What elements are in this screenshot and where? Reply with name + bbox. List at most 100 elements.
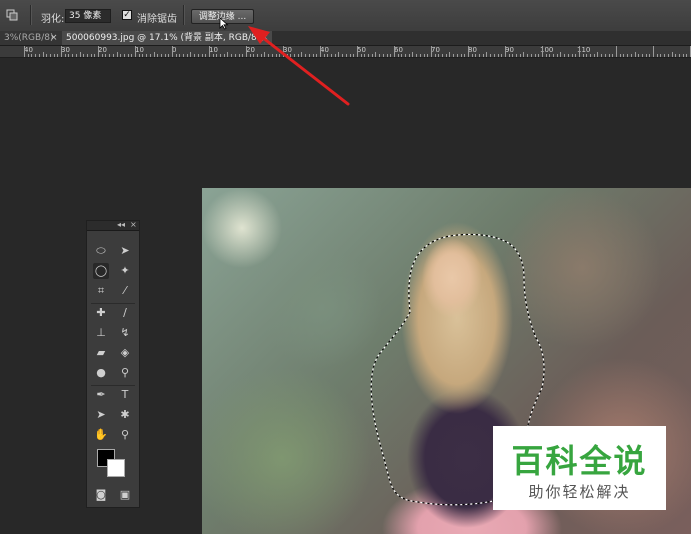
move-tool-icon[interactable]: ➤ — [117, 243, 133, 259]
ruler-tick — [28, 54, 29, 57]
ruler-tick — [398, 54, 399, 57]
ruler-tick — [683, 54, 684, 57]
ruler-tick — [154, 52, 155, 57]
ruler-tick — [442, 54, 443, 57]
ruler-tick — [586, 54, 587, 57]
ruler-number: 20 — [98, 46, 107, 54]
ruler-tick — [375, 52, 376, 57]
tab-document-1[interactable]: 3%(RGB/8) × — [0, 31, 62, 45]
blur-tool-icon[interactable]: ● — [93, 365, 109, 381]
ruler-tick — [194, 54, 195, 57]
ruler-tick — [87, 54, 88, 57]
ruler-tick — [120, 54, 121, 57]
type-tool-icon[interactable]: T — [117, 387, 133, 403]
ruler-tick — [76, 54, 77, 57]
ruler-tick — [368, 54, 369, 57]
ruler-tick — [183, 54, 184, 57]
ruler-number: 80 — [468, 46, 477, 54]
ruler-tick — [672, 52, 673, 57]
ruler-tick — [657, 54, 658, 57]
collapse-icon[interactable]: ◂◂ — [117, 220, 125, 229]
eraser-tool-icon[interactable]: ▰ — [93, 345, 109, 361]
close-icon[interactable]: × — [50, 31, 58, 45]
ruler-tick — [209, 46, 210, 57]
ruler-tick — [516, 54, 517, 57]
ruler-tick — [50, 54, 51, 57]
ruler-tick — [590, 54, 591, 57]
shape-tool-icon[interactable]: ✱ — [117, 407, 133, 423]
zoom-tool-icon[interactable]: ⚲ — [117, 427, 133, 443]
ruler-tick — [564, 54, 565, 57]
screen-mode-icon[interactable]: ▣ — [117, 487, 133, 503]
paint-bucket-icon[interactable]: ◈ — [117, 345, 133, 361]
ruler-number: 10 — [135, 46, 144, 54]
ruler-tick — [220, 54, 221, 57]
ruler-tick — [379, 54, 380, 57]
ruler-tick — [535, 54, 536, 57]
feather-input[interactable]: 35 像素 — [65, 9, 111, 23]
selection-mode-icon[interactable] — [6, 9, 18, 21]
tab-label: 3%(RGB/8) — [4, 33, 54, 43]
hand-tool-icon[interactable]: ✋ — [93, 427, 109, 443]
ruler-tick — [394, 46, 395, 57]
ruler-tick — [161, 54, 162, 57]
ruler-tick — [135, 46, 136, 57]
ruler-number: 30 — [61, 46, 70, 54]
dodge-tool-icon[interactable]: ⚲ — [117, 365, 133, 381]
ruler-tick — [57, 54, 58, 57]
marquee-tool-icon[interactable]: ⬭ — [93, 243, 109, 259]
ruler-tick — [109, 54, 110, 57]
ruler-tick — [664, 54, 665, 57]
ruler-tick — [24, 46, 25, 57]
watermark-subtitle: 助你轻松解决 — [528, 483, 631, 501]
ruler-tick — [616, 46, 617, 57]
ruler-tick — [472, 54, 473, 57]
ruler-tick — [512, 54, 513, 57]
brush-tool-icon[interactable]: ∕ — [117, 305, 133, 321]
ruler-tick — [213, 54, 214, 57]
pen-tool-icon[interactable]: ✒ — [93, 387, 109, 403]
eyedropper-icon[interactable]: ⁄ — [117, 283, 133, 299]
ruler-tick — [594, 54, 595, 57]
ruler-tick — [46, 54, 47, 57]
anti-alias-checkbox[interactable]: ✓ — [122, 10, 132, 20]
ruler-tick — [609, 54, 610, 57]
clone-stamp-icon[interactable]: ⊥ — [93, 325, 109, 341]
ruler-tick — [612, 54, 613, 57]
ruler-tick — [190, 52, 191, 57]
ruler-tick — [172, 46, 173, 57]
ruler-tick — [205, 54, 206, 57]
healing-brush-icon[interactable]: ✚ — [93, 305, 109, 321]
toolbar-divider — [183, 5, 185, 25]
ruler-tick — [449, 52, 450, 57]
crop-tool-icon[interactable]: ⌗ — [93, 283, 109, 299]
ruler-tick — [179, 54, 180, 57]
close-icon[interactable]: × — [130, 220, 137, 229]
tools-panel-header[interactable]: ◂◂ × — [87, 220, 139, 231]
ruler-tick — [542, 46, 543, 57]
ruler-tick — [227, 52, 228, 57]
ruler-tick — [128, 54, 129, 57]
magic-wand-icon[interactable]: ✦ — [117, 263, 133, 279]
quick-mask-icon[interactable]: ◙ — [93, 487, 109, 503]
ruler-tick — [531, 54, 532, 57]
ruler-tick — [94, 54, 95, 57]
ruler-tick — [579, 46, 580, 57]
ruler-tick — [538, 54, 539, 57]
ruler-tick — [509, 54, 510, 57]
history-brush-icon[interactable]: ↯ — [117, 325, 133, 341]
background-color-swatch[interactable] — [107, 459, 125, 477]
path-selection-icon[interactable]: ➤ — [93, 407, 109, 423]
tools-panel: ◂◂ × ⬭ ➤ ◯ ✦ ⌗ ⁄ ✚ ∕ ⊥ ↯ ▰ ◈ ● ⚲ ✒ T ➤ ✱… — [86, 220, 140, 508]
ruler-tick — [35, 54, 36, 57]
ruler-tick — [623, 54, 624, 57]
lasso-tool-icon[interactable]: ◯ — [93, 263, 109, 279]
ruler-tick — [361, 54, 362, 57]
ruler-tick — [679, 54, 680, 57]
ruler-tick — [486, 52, 487, 57]
anti-alias-label: 消除锯齿 — [137, 14, 177, 25]
ruler-tick — [549, 54, 550, 57]
ruler-tick — [401, 54, 402, 57]
ruler-tick — [479, 54, 480, 57]
ruler-tick — [131, 54, 132, 57]
